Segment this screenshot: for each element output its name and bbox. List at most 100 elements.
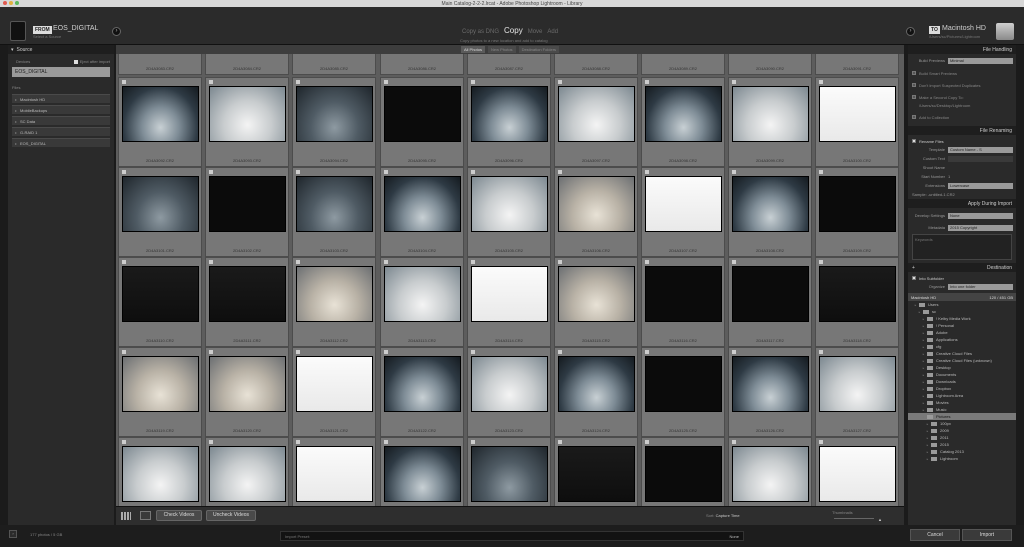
minimize-dot[interactable] [9, 1, 13, 5]
folder-item[interactable]: ▸ Lightroom [908, 455, 1016, 462]
disclosure-triangle-icon[interactable]: ▸ [924, 436, 931, 440]
destination-header[interactable]: + Destination [908, 263, 1016, 272]
template-select[interactable]: Custom Name - S [948, 146, 1013, 153]
photo-thumbnail[interactable]: 2D4A3115.CR2 [554, 257, 638, 347]
source-panel-header[interactable]: ▾ Source [8, 45, 114, 54]
photo-thumbnail[interactable]: 2D4A3103.CR2 [292, 167, 376, 257]
folder-item[interactable]: ▸ 2011 [908, 434, 1016, 441]
into-subfolder-option[interactable]: Into Subfolder [908, 274, 1016, 282]
checkbox-icon[interactable] [384, 440, 388, 444]
checkbox-icon[interactable] [471, 440, 475, 444]
checkbox-icon[interactable] [296, 260, 300, 264]
checkbox-icon[interactable] [471, 260, 475, 264]
rename-files-option[interactable]: Rename Files [908, 137, 1016, 145]
photo-thumbnail[interactable]: 2D4A3114.CR2 [467, 257, 551, 347]
photo-thumbnail[interactable]: 2D4A3093.CR2 [205, 77, 289, 167]
folder-item[interactable]: ▸ Creative Cloud Files (unknown) [908, 357, 1016, 364]
mode-move[interactable]: Move [528, 29, 543, 35]
photo-thumbnail[interactable]: 2D4A3113.CR2 [380, 257, 464, 347]
photo-thumbnail[interactable]: 2D4A3109.CR2 [815, 167, 899, 257]
folder-item[interactable]: ▸ Desktop [908, 364, 1016, 371]
add-folder-icon[interactable]: + [912, 265, 915, 271]
expand-icon[interactable]: › [9, 530, 17, 538]
file-renaming-header[interactable]: File Renaming [908, 126, 1016, 135]
disclosure-triangle-icon[interactable]: ▸ [920, 359, 927, 363]
checkbox-icon[interactable] [558, 440, 562, 444]
metadata-select[interactable]: 2015 Copyright [948, 224, 1013, 231]
folder-item[interactable]: ▸ Adobe [908, 329, 1016, 336]
destination-volume[interactable]: Macintosh HD 120 / 451 GB [908, 293, 1016, 301]
check-all-button[interactable]: Check Videos [156, 510, 202, 521]
photo-thumbnail[interactable]: 2D4A3092.CR2 [118, 77, 202, 167]
photo-thumbnail[interactable]: 2D4A3106.CR2 [554, 167, 638, 257]
volume-item[interactable]: ▸ EOS_DIGITAL [12, 138, 110, 147]
disclosure-triangle-icon[interactable]: ▸ [920, 394, 927, 398]
disclosure-triangle-icon[interactable]: ▸ [924, 422, 931, 426]
checkbox-icon[interactable] [732, 440, 736, 444]
disclosure-triangle-icon[interactable]: ▸ [920, 415, 927, 419]
disclosure-triangle-icon[interactable]: ▸ [912, 303, 919, 307]
mode-copy-as-dng[interactable]: Copy as DNG [462, 29, 499, 35]
checkbox-icon[interactable] [209, 80, 213, 84]
folder-item[interactable]: ▸ Movies [908, 399, 1016, 406]
disclosure-triangle-icon[interactable]: ▸ [924, 443, 931, 447]
folder-item[interactable]: ▸ Lightroom Area [908, 392, 1016, 399]
folder-item[interactable]: ▸ Documents [908, 371, 1016, 378]
disclosure-triangle-icon[interactable]: ▸ [920, 317, 927, 321]
checkbox-icon[interactable] [645, 260, 649, 264]
disclosure-triangle-icon[interactable]: ▸ [920, 338, 927, 342]
disclosure-triangle-icon[interactable]: ▸ [920, 387, 927, 391]
photo-thumbnail[interactable]: 2D4A3108.CR2 [728, 167, 812, 257]
checkbox-icon[interactable] [122, 170, 126, 174]
uncheck-all-button[interactable]: Uncheck Videos [206, 510, 256, 521]
import-preset-bar[interactable]: Import Preset: None [280, 531, 744, 541]
photo-thumbnail[interactable]: 2D4A3094.CR2 [292, 77, 376, 167]
checkbox-icon[interactable] [384, 350, 388, 354]
checkbox-icon[interactable] [471, 80, 475, 84]
folder-item[interactable]: ▸ cfg [908, 343, 1016, 350]
photo-thumbnail[interactable]: 2D4A3110.CR2 [118, 257, 202, 347]
checkbox-icon[interactable] [471, 350, 475, 354]
zoom-dot[interactable] [15, 1, 19, 5]
photo-thumbnail[interactable]: 2D4A3124.CR2 [554, 347, 638, 437]
file-handling-header[interactable]: File Handling [908, 45, 1016, 54]
folder-item[interactable]: ▸ Dropbox [908, 385, 1016, 392]
photo-thumbnail[interactable]: 2D4A3100.CR2 [815, 77, 899, 167]
checkbox-icon[interactable] [122, 350, 126, 354]
photo-thumbnail[interactable]: 2D4A3118.CR2 [815, 257, 899, 347]
checkbox-icon[interactable] [732, 170, 736, 174]
photo-thumbnail[interactable]: 2D4A3125.CR2 [641, 347, 725, 437]
import-button[interactable]: Import [962, 529, 1012, 541]
loupe-view-icon[interactable] [140, 511, 151, 520]
dont-import-duplicates-option[interactable]: Don't Import Suspected Duplicates [908, 81, 1016, 89]
photo-thumbnail[interactable]: 2D4A3102.CR2 [205, 167, 289, 257]
second-copy-option[interactable]: Make a Second Copy To: [908, 93, 1016, 101]
checkbox-icon[interactable] [384, 80, 388, 84]
checkbox-icon[interactable] [122, 80, 126, 84]
checkbox-icon[interactable] [819, 80, 823, 84]
tab-new-photos[interactable]: New Photos [487, 46, 516, 53]
folder-item[interactable]: ▸ ! Kelby Media Work [908, 315, 1016, 322]
photo-thumbnail[interactable]: 2D4A3095.CR2 [380, 77, 464, 167]
checkbox-icon[interactable] [209, 260, 213, 264]
folder-item[interactable]: ▸ sc [908, 308, 1016, 315]
tab-all-photos[interactable]: All Photos [460, 46, 485, 53]
disclosure-triangle-icon[interactable]: ▸ [920, 352, 927, 356]
extensions-select[interactable]: Lowercase [948, 182, 1013, 189]
checkbox-icon[interactable] [209, 170, 213, 174]
photo-thumbnail[interactable]: 2D4A3099.CR2 [728, 77, 812, 167]
folder-item[interactable]: ▸ Creative Cloud Files [908, 350, 1016, 357]
mode-copy[interactable]: Copy [504, 26, 523, 35]
photo-thumbnail[interactable]: 2D4A3127.CR2 [815, 347, 899, 437]
disclosure-triangle-icon[interactable]: ▸ [920, 345, 927, 349]
folder-item[interactable]: ▸ 2009 [908, 427, 1016, 434]
checkbox-icon[interactable] [558, 170, 562, 174]
photo-thumbnail[interactable]: 2D4A3121.CR2 [292, 347, 376, 437]
checkbox-icon[interactable] [819, 170, 823, 174]
photo-thumbnail[interactable]: 2D4A3126.CR2 [728, 347, 812, 437]
start-number-value[interactable]: 1 [948, 174, 950, 179]
organize-select[interactable]: Into one folder [948, 283, 1013, 290]
checkbox-icon[interactable] [384, 260, 388, 264]
checkbox-icon[interactable] [819, 350, 823, 354]
eject-after-import[interactable]: Eject after import [73, 59, 110, 64]
